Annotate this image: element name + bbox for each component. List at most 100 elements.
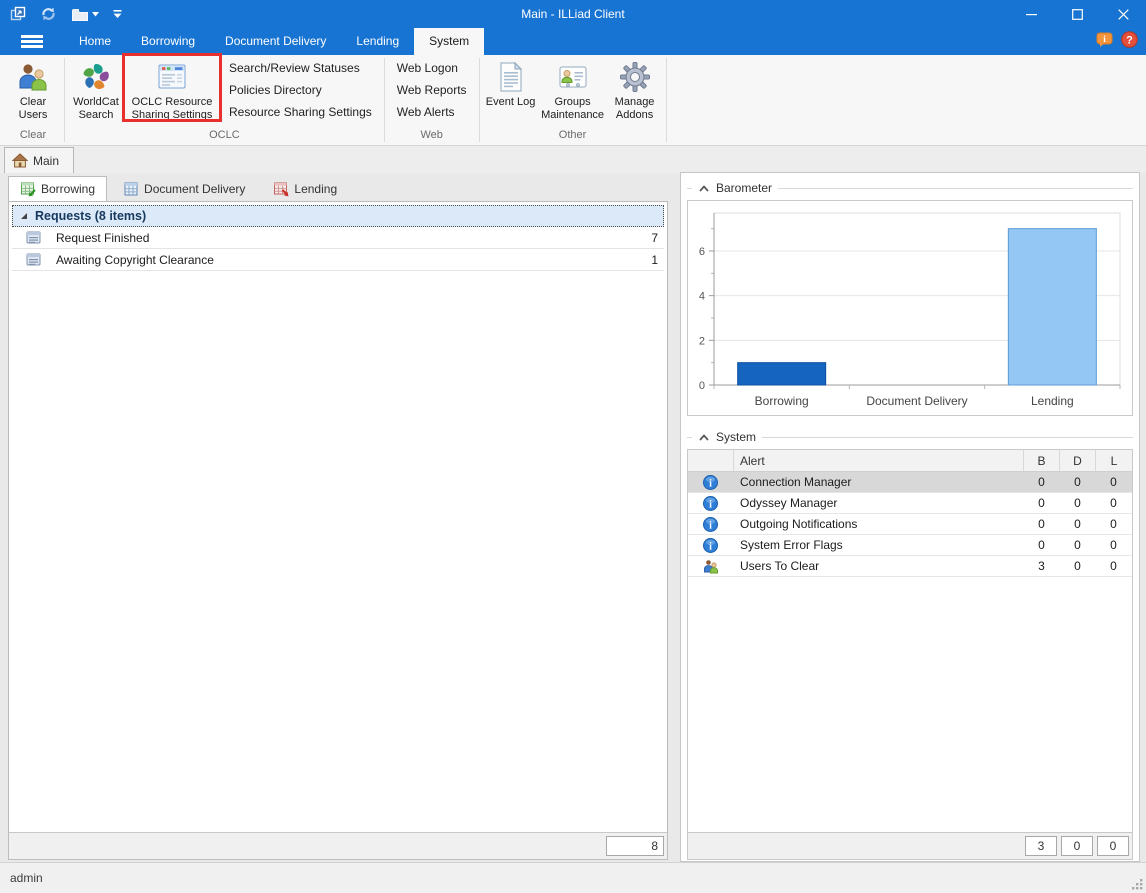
- groups-maintenance-button[interactable]: Groups Maintenance: [540, 56, 606, 122]
- event-log-icon: [497, 60, 525, 94]
- group-label-web: Web: [385, 128, 479, 145]
- subtab-lending[interactable]: Lending: [261, 176, 349, 201]
- request-count: 1: [624, 253, 664, 267]
- customize-toolbar-button[interactable]: [113, 10, 122, 19]
- home-icon: [12, 153, 28, 168]
- status-bar: admin: [0, 862, 1146, 893]
- subtab-label: Lending: [294, 182, 337, 196]
- clear-users-icon: [17, 60, 49, 94]
- system-empty-area: [688, 577, 1132, 832]
- system-alert-row[interactable]: iOdyssey Manager000: [688, 493, 1132, 514]
- info-icon: i: [688, 472, 734, 492]
- resize-grip[interactable]: [1131, 878, 1144, 891]
- chevron-down-icon: [92, 12, 99, 17]
- worldcat-search-button[interactable]: WorldCat Search: [67, 56, 125, 122]
- group-label-oclc: OCLC: [65, 128, 384, 145]
- alert-count-b: 0: [1024, 535, 1060, 555]
- alert-count-d: 0: [1060, 472, 1096, 492]
- request-grid-icon: [26, 252, 42, 267]
- alert-count-l: 0: [1096, 472, 1132, 492]
- document-tab-bar: Main: [0, 146, 1146, 173]
- info-icon: i: [688, 535, 734, 555]
- policies-directory-button[interactable]: Policies Directory: [223, 80, 382, 102]
- search-review-statuses-button[interactable]: Search/Review Statuses: [223, 58, 382, 80]
- button-label: OCLC Resource Sharing Settings: [125, 96, 219, 122]
- menu-button[interactable]: [0, 28, 64, 55]
- column-d[interactable]: D: [1060, 450, 1096, 471]
- system-alert-row[interactable]: iConnection Manager000: [688, 472, 1132, 493]
- tab-home[interactable]: Home: [64, 28, 126, 55]
- tab-system[interactable]: System: [414, 28, 484, 55]
- column-icon: [688, 450, 734, 471]
- web-reports-button[interactable]: Web Reports: [391, 80, 477, 102]
- info-icon: i: [688, 514, 734, 534]
- system-alert-row[interactable]: Users To Clear300: [688, 556, 1132, 577]
- minimize-button[interactable]: [1008, 0, 1054, 28]
- window-controls: [1008, 0, 1146, 28]
- tab-document-delivery[interactable]: Document Delivery: [210, 28, 341, 55]
- requests-empty-area: [9, 271, 667, 832]
- alert-count-l: 0: [1096, 535, 1132, 555]
- button-label: WorldCat Search: [67, 96, 125, 122]
- web-logon-button[interactable]: Web Logon: [391, 58, 477, 80]
- alert-name: Outgoing Notifications: [734, 514, 1024, 534]
- maximize-button[interactable]: [1054, 0, 1100, 28]
- request-count: 7: [624, 231, 664, 245]
- subtab-document-delivery[interactable]: Document Delivery: [111, 176, 257, 201]
- clear-users-button[interactable]: Clear Users: [4, 56, 62, 122]
- tab-lending[interactable]: Lending: [341, 28, 414, 55]
- manage-addons-button[interactable]: Manage Addons: [606, 56, 664, 122]
- hamburger-icon: [21, 33, 43, 51]
- lending-grid-icon: [273, 181, 289, 197]
- requests-group-header[interactable]: Requests (8 items): [12, 205, 664, 227]
- system-alert-row[interactable]: iOutgoing Notifications000: [688, 514, 1132, 535]
- resource-sharing-settings-button[interactable]: Resource Sharing Settings: [223, 102, 382, 124]
- borrowing-grid-icon: [20, 181, 36, 197]
- alert-count-b: 0: [1024, 514, 1060, 534]
- collapse-chevron-icon: [698, 184, 710, 193]
- refresh-button[interactable]: [40, 6, 57, 22]
- svg-text:Borrowing: Borrowing: [755, 394, 809, 408]
- title-bar: Main - ILLiad Client: [0, 0, 1146, 28]
- alert-count-d: 0: [1060, 535, 1096, 555]
- window-title: Main - ILLiad Client: [0, 7, 1146, 21]
- ribbon-body: Clear Users Clear WorldCat Search: [0, 55, 1146, 146]
- requests-list: Requests (8 items) Request Finished7Awai…: [8, 201, 668, 860]
- oclc-resource-sharing-settings-button[interactable]: OCLC Resource Sharing Settings: [125, 56, 219, 122]
- ribbon-tab-bar: Home Borrowing Document Delivery Lending…: [0, 28, 1146, 55]
- system-alert-row[interactable]: iSystem Error Flags000: [688, 535, 1132, 556]
- info-icon: i: [688, 493, 734, 513]
- request-status-row[interactable]: Request Finished7: [12, 227, 664, 249]
- barometer-chart-box: 0246BorrowingDocument DeliveryLending: [687, 200, 1133, 416]
- open-folder-button[interactable]: [71, 7, 99, 22]
- barometer-title: Barometer: [716, 181, 772, 195]
- svg-text:Document Delivery: Document Delivery: [866, 394, 967, 408]
- barometer-header[interactable]: Barometer: [687, 179, 1133, 197]
- subtab-borrowing[interactable]: Borrowing: [8, 176, 107, 201]
- tab-borrowing[interactable]: Borrowing: [126, 28, 210, 55]
- close-button[interactable]: [1100, 0, 1146, 28]
- alert-count-l: 0: [1096, 556, 1132, 576]
- column-l[interactable]: L: [1096, 450, 1132, 471]
- alert-count-d: 0: [1060, 514, 1096, 534]
- column-b[interactable]: B: [1024, 450, 1060, 471]
- web-alerts-button[interactable]: Web Alerts: [391, 102, 477, 124]
- worldcat-icon: [80, 60, 112, 94]
- request-status-row[interactable]: Awaiting Copyright Clearance1: [12, 249, 664, 271]
- column-alert[interactable]: Alert: [734, 450, 1024, 471]
- svg-text:i: i: [709, 541, 712, 552]
- button-label: Clear Users: [4, 96, 62, 122]
- alert-count-l: 0: [1096, 514, 1132, 534]
- system-header[interactable]: System: [687, 428, 1133, 446]
- doc-tab-main[interactable]: Main: [4, 147, 74, 173]
- event-log-button[interactable]: Event Log: [482, 56, 540, 109]
- ribbon-group-web: Web Logon Web Reports Web Alerts Web: [385, 55, 479, 145]
- svg-text:Lending: Lending: [1031, 394, 1074, 408]
- doc-tab-label: Main: [33, 154, 59, 168]
- app-window-icon[interactable]: [10, 6, 26, 22]
- help-icon[interactable]: ?: [1121, 31, 1138, 51]
- notification-bubble-icon[interactable]: i: [1096, 32, 1113, 51]
- svg-text:0: 0: [699, 380, 705, 392]
- logged-in-user: admin: [10, 871, 43, 885]
- svg-text:6: 6: [699, 246, 705, 258]
